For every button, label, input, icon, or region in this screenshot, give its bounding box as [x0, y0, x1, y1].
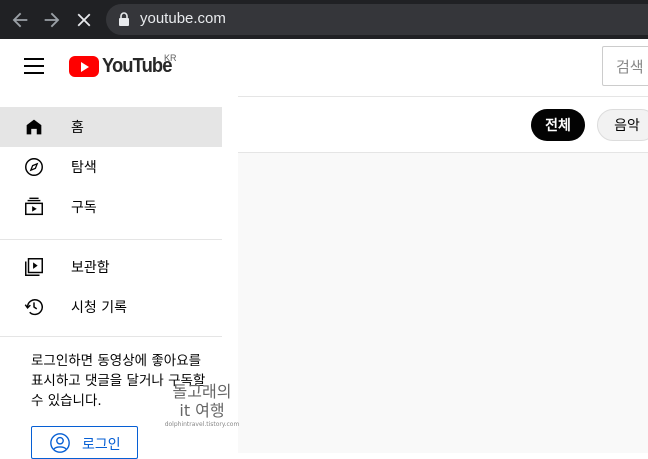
sidebar-item-label: 탐색	[71, 160, 97, 176]
forward-button[interactable]	[41, 9, 63, 31]
chip-bar: 전체 음악	[238, 96, 648, 153]
lock-icon	[119, 12, 129, 26]
home-icon	[26, 119, 42, 135]
sidebar-item-subscriptions[interactable]: 구독	[0, 187, 222, 227]
subscriptions-icon	[25, 197, 43, 216]
menu-icon[interactable]	[24, 58, 44, 74]
signin-button[interactable]: 로그인	[31, 426, 138, 459]
watermark-line2: it 여행	[179, 401, 225, 420]
region-code: KR	[164, 53, 177, 63]
url-text: youtube.com	[140, 10, 226, 27]
sidebar-item-label: 시청 기록	[71, 300, 127, 316]
address-bar[interactable]: youtube.com	[106, 4, 648, 35]
library-icon	[25, 258, 43, 276]
video-grid	[238, 153, 648, 453]
close-icon	[77, 13, 91, 27]
youtube-header: YouTube KR 검색	[0, 39, 648, 96]
sidebar-item-label: 보관함	[71, 260, 110, 276]
arrow-left-icon	[12, 12, 28, 28]
watermark-url: dolphintravel.tistory.com	[164, 421, 240, 428]
sidebar-divider	[0, 336, 222, 337]
sidebar-item-explore[interactable]: 탐색	[0, 147, 222, 187]
chip-all[interactable]: 전체	[531, 109, 585, 141]
watermark-line1: 돌고래의	[172, 382, 232, 401]
browser-toolbar: youtube.com	[0, 0, 648, 39]
youtube-logo[interactable]: YouTube	[69, 55, 178, 77]
history-icon	[24, 299, 43, 316]
compass-icon	[25, 158, 43, 176]
signin-button-label: 로그인	[82, 437, 121, 453]
play-logo-icon	[69, 55, 99, 77]
sidebar-divider	[0, 239, 222, 240]
sidebar-item-home[interactable]: 홈	[0, 107, 222, 147]
stop-button[interactable]	[73, 9, 95, 31]
sidebar-item-label: 구독	[71, 200, 97, 216]
search-placeholder: 검색	[616, 58, 644, 76]
watermark: 돌고래의 it 여행 dolphintravel.tistory.com	[162, 383, 242, 429]
sidebar-item-library[interactable]: 보관함	[0, 247, 222, 287]
search-input[interactable]: 검색	[602, 46, 648, 86]
chip-music[interactable]: 음악	[597, 109, 648, 141]
logo-text: YouTube	[102, 54, 172, 77]
back-button[interactable]	[9, 9, 31, 31]
sidebar-item-label: 홈	[71, 120, 84, 136]
sidebar-item-history[interactable]: 시청 기록	[0, 287, 222, 327]
arrow-right-icon	[44, 12, 60, 28]
account-icon	[50, 433, 70, 453]
